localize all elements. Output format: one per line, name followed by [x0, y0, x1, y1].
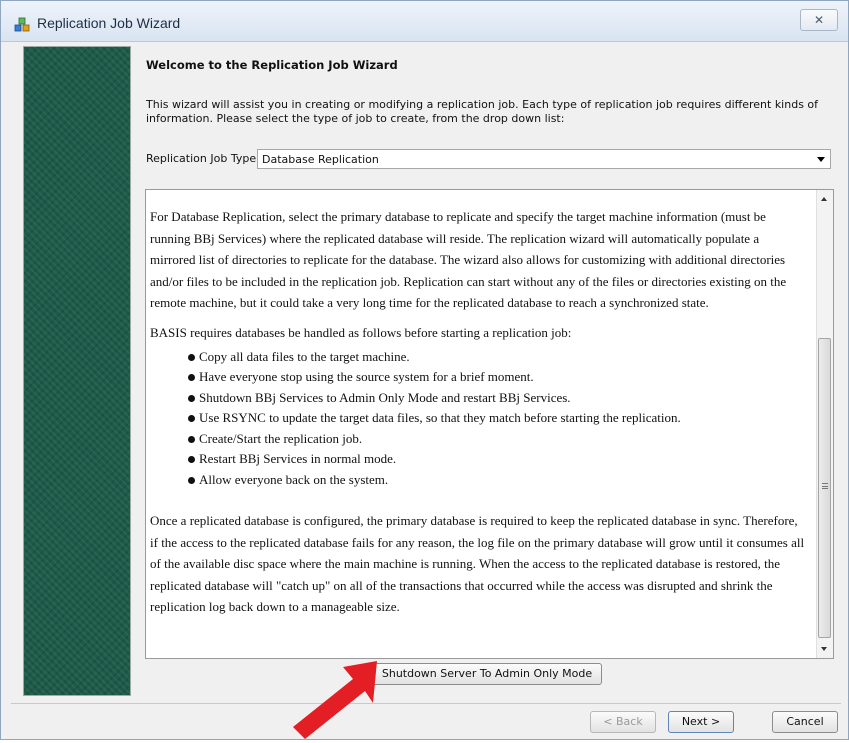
job-type-dropdown[interactable]: Database Replication	[257, 149, 831, 169]
description-content: For Database Replication, select the pri…	[150, 206, 806, 618]
wizard-window: Replication Job Wizard ✕ Welcome to the …	[0, 0, 849, 740]
list-item: Create/Start the replication job.	[188, 429, 806, 450]
description-panel: For Database Replication, select the pri…	[145, 189, 834, 659]
scroll-down-icon[interactable]	[821, 647, 827, 651]
red-pointer-arrow-icon	[293, 661, 377, 739]
next-button[interactable]: Next >	[668, 711, 734, 733]
window-title: Replication Job Wizard	[37, 15, 181, 31]
intro-text: This wizard will assist you in creating …	[146, 98, 826, 126]
footer-divider	[11, 703, 841, 704]
decorative-side-panel	[23, 46, 131, 696]
cancel-button[interactable]: Cancel	[772, 711, 838, 733]
list-item: Have everyone stop using the source syst…	[188, 367, 806, 388]
list-item: Allow everyone back on the system.	[188, 470, 806, 491]
scroll-up-icon[interactable]	[821, 197, 827, 201]
grip-icon	[822, 483, 828, 489]
list-item: Use RSYNC to update the target data file…	[188, 408, 806, 429]
title-bar[interactable]: Replication Job Wizard ✕	[1, 1, 848, 42]
steps-list: Copy all data files to the target machin…	[150, 347, 806, 491]
close-button[interactable]: ✕	[800, 9, 838, 31]
job-type-label: Replication Job Type:	[146, 152, 260, 165]
close-icon: ✕	[813, 13, 825, 27]
description-paragraph-2: BASIS requires databases be handled as f…	[150, 324, 572, 340]
job-type-selected-value: Database Replication	[262, 153, 379, 166]
scroll-thumb[interactable]	[818, 338, 831, 638]
page-title: Welcome to the Replication Job Wizard	[146, 58, 398, 72]
intro-line-2: information. Please select the type of j…	[146, 112, 565, 125]
replication-app-icon	[14, 17, 30, 32]
list-item: Shutdown BBj Services to Admin Only Mode…	[188, 388, 806, 409]
intro-line-1: This wizard will assist you in creating …	[146, 98, 819, 111]
list-item: Copy all data files to the target machin…	[188, 347, 806, 368]
vertical-scrollbar[interactable]	[816, 190, 833, 658]
back-button[interactable]: < Back	[590, 711, 656, 733]
description-paragraph-3: Once a replicated database is configured…	[150, 513, 805, 615]
description-paragraph-1: For Database Replication, select the pri…	[150, 209, 787, 311]
list-item: Restart BBj Services in normal mode.	[188, 449, 806, 470]
chevron-down-icon[interactable]	[817, 157, 825, 162]
shutdown-admin-mode-button[interactable]: Shutdown Server To Admin Only Mode	[372, 663, 602, 685]
